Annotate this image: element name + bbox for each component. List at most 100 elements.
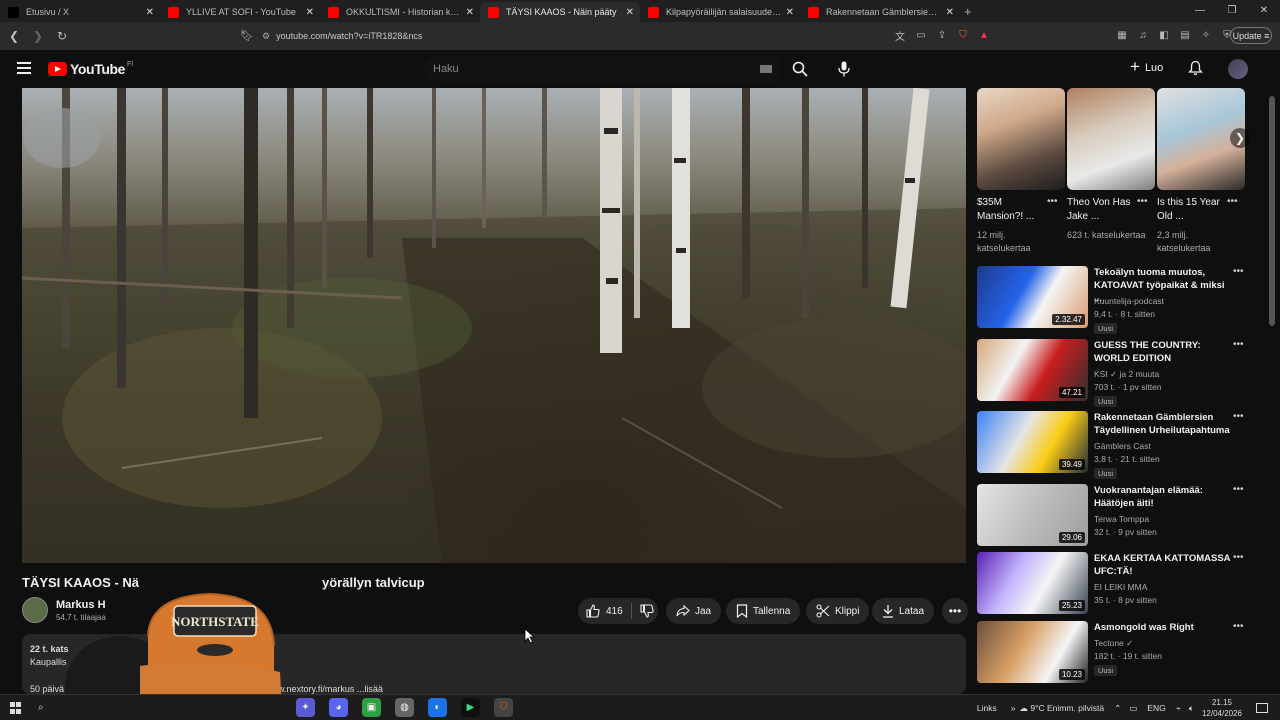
screenshot-icon[interactable]: ▭ <box>914 30 928 41</box>
maximize-icon[interactable]: ❐ <box>1216 0 1248 20</box>
brave-browser-icon[interactable]: ⛉ <box>494 698 513 717</box>
share-button[interactable]: Jaa <box>666 598 722 624</box>
recommendation-title[interactable]: Rakennetaan Gämblersien Täydellinen Urhe… <box>1094 411 1234 437</box>
recommendation-title[interactable]: EKAA KERTAA KATTOMASSA UFC:TÄ! <box>1094 552 1234 578</box>
dislike-button[interactable] <box>640 604 654 618</box>
close-window-icon[interactable]: ✕ <box>1248 0 1280 20</box>
battery-icon[interactable]: ▭ <box>1129 703 1137 714</box>
bookmark-icon[interactable]: 🔖︎ <box>240 29 254 42</box>
more-actions-button[interactable]: ••• <box>942 598 968 624</box>
tab-close-icon[interactable]: ✕ <box>626 7 634 18</box>
recommendation-channel[interactable]: Tectone ✓ <box>1094 638 1133 649</box>
tab-close-icon[interactable]: ✕ <box>146 7 154 18</box>
channel-avatar[interactable] <box>22 597 48 623</box>
back-button[interactable]: ❮ <box>4 29 24 43</box>
notification-center-icon[interactable] <box>1256 703 1268 713</box>
recommendation-channel[interactable]: Kuuntelija-podcast <box>1094 296 1164 306</box>
links-toolbar[interactable]: Links <box>977 703 997 713</box>
recommendation-thumbnail[interactable]: 39.49 <box>977 411 1088 473</box>
media-player-icon[interactable]: ▶ <box>461 698 480 717</box>
recommendation-thumbnail[interactable]: 29.06 <box>977 484 1088 546</box>
leo-icon[interactable]: ✧ <box>1199 30 1213 41</box>
tab-close-icon[interactable]: ✕ <box>306 7 314 18</box>
recommendation-item[interactable]: 2.32.47 Tekoälyn tuoma muutos, KATOAVAT t… <box>977 266 1267 334</box>
more-vertical-icon[interactable]: ••• <box>1047 196 1058 207</box>
recommendation-thumbnail[interactable]: 25.23 <box>977 552 1088 614</box>
recommendation-title[interactable]: Asmongold was Right <box>1094 621 1234 634</box>
media-icon[interactable]: ♫ <box>1136 30 1150 41</box>
language-indicator[interactable]: ENG <box>1147 703 1165 713</box>
recommendation-item[interactable]: 39.49 Rakennetaan Gämblersien Täydellinen… <box>977 411 1267 479</box>
recommendation-thumbnail[interactable]: 2.32.47 <box>977 266 1088 328</box>
brave-shield-icon[interactable]: ⛉ <box>956 30 970 41</box>
share-page-icon[interactable]: ⇪ <box>935 30 949 41</box>
recommendation-title[interactable]: GUESS THE COUNTRY: WORLD EDITION <box>1094 339 1234 365</box>
sidebar-icon[interactable]: ◧ <box>1157 30 1171 41</box>
youtube-logo[interactable]: YouTube FI <box>48 61 133 77</box>
taskbar-search-icon[interactable]: ⌕ <box>38 702 44 713</box>
recommendation-item[interactable]: 47.21 GUESS THE COUNTRY: WORLD EDITION •••… <box>977 339 1267 407</box>
video-player[interactable] <box>22 88 966 563</box>
brave-rewards-icon[interactable]: ▲ <box>977 30 991 41</box>
browser-tab[interactable]: Rakennetaan Gämblersien Täydellinen ✕ <box>800 2 960 22</box>
reload-button[interactable]: ↻ <box>52 29 72 43</box>
translate-icon[interactable]: 文 <box>893 28 907 43</box>
recommendation-channel[interactable]: EI LEIKI MMA <box>1094 582 1147 592</box>
menu-icon[interactable] <box>17 62 31 74</box>
recommendation-title[interactable]: Vuokranantajan elämää: Häätöjen äiti! <box>1094 484 1234 510</box>
url-field[interactable]: ⚙︎ youtube.com/watch?v=iTR1828&ncs <box>262 27 422 45</box>
more-vertical-icon[interactable]: ••• <box>1233 339 1244 350</box>
more-vertical-icon[interactable]: ••• <box>1233 266 1244 277</box>
browser-tab[interactable]: Kilpapyöräilijän salaisuudet: Näin pi ✕ <box>640 2 800 22</box>
edge-icon[interactable]: ◐ <box>428 698 447 717</box>
recommendation-thumbnail[interactable]: 47.21 <box>977 339 1088 401</box>
recommendation-item[interactable]: 25.23 EKAA KERTAA KATTOMASSA UFC:TÄ! ••• EI… <box>977 552 1267 614</box>
more-vertical-icon[interactable]: ••• <box>1227 196 1238 207</box>
keyboard-icon[interactable] <box>760 65 772 73</box>
tabs-icon[interactable]: ▤ <box>1178 30 1192 41</box>
discord-icon[interactable]: ◕ <box>329 698 348 717</box>
recommendation-item[interactable]: 10.23 Asmongold was Right ••• Tectone ✓ 182 … <box>977 621 1267 683</box>
browser-tab[interactable]: YLLIVE AT SOFI - YouTube ✕ <box>160 2 320 22</box>
tab-close-icon[interactable]: ✕ <box>786 7 794 18</box>
short-title[interactable]: Theo Von Has Jake ... <box>1067 196 1139 224</box>
tab-close-icon[interactable]: ✕ <box>946 7 954 18</box>
browser-tab[interactable]: OKKULTISMI - Historian kylätty totuus ✕ <box>320 2 480 22</box>
recommendation-channel[interactable]: Terwa Tomppa <box>1094 514 1149 524</box>
voice-search-button[interactable] <box>830 56 858 82</box>
extensions-icon[interactable]: ▦ <box>1115 30 1129 41</box>
short-title[interactable]: Is this 15 Year Old ... <box>1157 196 1229 224</box>
recommendation-item[interactable]: 29.06 Vuokranantajan elämää: Häätöjen äit… <box>977 484 1267 546</box>
page-scrollbar[interactable] <box>1268 88 1276 688</box>
volume-icon[interactable]: 🔈︎ <box>1189 703 1194 714</box>
scrollbar-thumb[interactable] <box>1269 96 1275 326</box>
short-thumbnail[interactable] <box>1067 88 1155 190</box>
clock[interactable]: 21.15 12/04/2026 <box>1202 697 1242 719</box>
more-vertical-icon[interactable]: ••• <box>1233 621 1244 632</box>
windows-start-icon[interactable] <box>10 702 22 714</box>
app-icon-green[interactable]: ▣ <box>362 698 381 717</box>
more-vertical-icon[interactable]: ••• <box>1233 552 1244 563</box>
tray-chevron-icon[interactable]: ⌃ <box>1114 703 1121 714</box>
browser-tab[interactable]: TÄYSI KAAOS - Näin pääty ✕ <box>480 2 640 22</box>
app-icon-grey[interactable]: ◍ <box>395 698 414 717</box>
download-button[interactable]: Lataa <box>872 598 935 624</box>
more-vertical-icon[interactable]: ••• <box>1233 484 1244 495</box>
short-item[interactable]: $35M Mansion?! ... ••• 12 milj. katseluker… <box>977 88 1065 253</box>
app-icon-copilot[interactable]: ✦ <box>296 698 315 717</box>
short-item[interactable]: Theo Von Has Jake ... ••• 623 t. katseluke… <box>1067 88 1155 240</box>
browser-tab[interactable]: Etusivu / X ✕ <box>0 2 160 22</box>
more-vertical-icon[interactable]: ••• <box>1233 411 1244 422</box>
short-thumbnail[interactable] <box>977 88 1065 190</box>
network-icon[interactable]: ⌁ <box>1176 703 1181 714</box>
like-button[interactable]: 416 <box>586 604 623 618</box>
more-vertical-icon[interactable]: ••• <box>1137 196 1148 207</box>
short-title[interactable]: $35M Mansion?! ... <box>977 196 1049 224</box>
save-button[interactable]: Tallenna <box>726 598 801 624</box>
shorts-next-button[interactable]: ❯ <box>1230 128 1250 148</box>
tray-overflow-icon[interactable]: » <box>1011 703 1016 713</box>
create-button[interactable]: + Luo <box>1130 57 1163 77</box>
account-avatar[interactable] <box>1228 59 1248 79</box>
tab-close-icon[interactable]: ✕ <box>466 7 474 18</box>
search-button[interactable] <box>782 56 818 82</box>
